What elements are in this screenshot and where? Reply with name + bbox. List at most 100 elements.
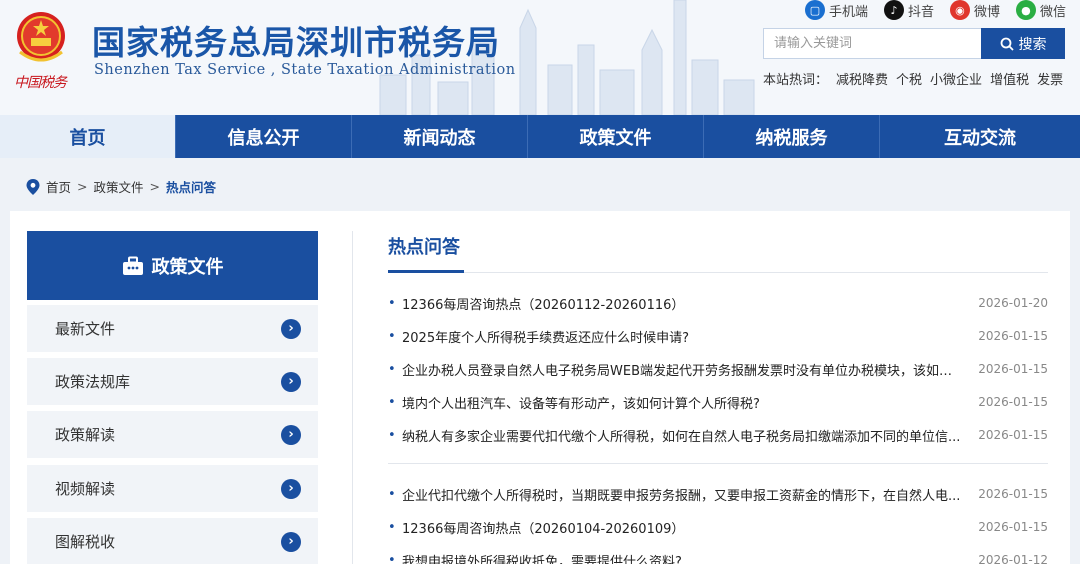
china-tax-calligraphy-logo: 中国税务 <box>14 75 67 91</box>
article-row[interactable]: • 12366每周咨询热点（20260112-20260116） 2026-01… <box>388 293 1048 313</box>
article-row[interactable]: • 12366每周咨询热点（20260104-20260109） 2026-01… <box>388 517 1048 537</box>
bullet-icon: • <box>388 394 396 410</box>
main-nav: 首页 信息公开 新闻动态 政策文件 纳税服务 互动交流 <box>0 115 1080 158</box>
article-row[interactable]: • 2025年度个人所得税手续费返还应什么时候申请? 2026-01-15 <box>388 326 1048 346</box>
article-title[interactable]: 纳税人有多家企业需要代扣代缴个人所得税，如何在自然人电子税务局扣缴端添加不同的单… <box>402 426 964 445</box>
article-title[interactable]: 我想申报境外所得税收抵免，需要提供什么资料? <box>402 551 964 564</box>
nav-item-info-disclosure[interactable]: 信息公开 <box>176 115 352 158</box>
search-input[interactable] <box>763 28 981 59</box>
mobile-link[interactable]: ▢ 手机端 <box>804 0 868 20</box>
sidebar-item-label: 最新文件 <box>55 320 116 338</box>
wechat-link-label: 微信 <box>1039 4 1066 20</box>
article-row[interactable]: • 我想申报境外所得税收抵免，需要提供什么资料? 2026-01-12 <box>388 550 1048 564</box>
column-divider <box>352 231 353 564</box>
sidebar-item-label: 图解税收 <box>55 533 116 551</box>
douyin-icon: ♪ <box>883 0 904 20</box>
article-row[interactable]: • 境内个人出租汽车、设备等有形动产，该如何计算个人所得税? 2026-01-1… <box>388 392 1048 412</box>
sidebar-heading-label: 政策文件 <box>151 256 224 278</box>
sidebar-item-label: 政策解读 <box>55 426 116 444</box>
sidebar-item-policy-library[interactable]: 政策法规库 › <box>27 358 318 405</box>
location-pin-icon <box>26 178 40 195</box>
title-divider <box>388 272 1048 273</box>
article-title[interactable]: 2025年度个人所得税手续费返还应什么时候申请? <box>402 327 964 346</box>
hot-word-link[interactable]: 个税 <box>896 69 922 88</box>
hot-word-link[interactable]: 增值税 <box>990 69 1029 88</box>
chevron-right-icon: › <box>281 531 301 552</box>
briefcase-icon <box>122 256 143 275</box>
bullet-icon: • <box>388 295 396 311</box>
top-social-links: ▢ 手机端 ♪ 抖音 ◉ 微博 ● 微信 <box>804 0 1066 20</box>
douyin-link-label: 抖音 <box>907 4 934 20</box>
article-date: 2026-01-15 <box>978 329 1048 343</box>
chevron-right-icon: › <box>281 424 301 445</box>
hot-words: 本站热词： 减税降费 个税 小微企业 增值税 发票 <box>763 69 1063 88</box>
site-header: 中国税务 国家税务总局深圳市税务局 Shenzhen Tax Service ,… <box>0 0 1080 115</box>
article-row[interactable]: • 纳税人有多家企业需要代扣代缴个人所得税，如何在自然人电子税务局扣缴端添加不同… <box>388 425 1048 445</box>
article-title[interactable]: 12366每周咨询热点（20260112-20260116） <box>402 294 964 313</box>
sidebar-item-label: 政策法规库 <box>55 373 131 391</box>
article-title[interactable]: 境内个人出租汽车、设备等有形动产，该如何计算个人所得税? <box>402 393 964 412</box>
breadcrumb: 首页 > 政策文件 > 热点问答 <box>26 177 216 196</box>
sidebar-item-latest-documents[interactable]: 最新文件 › <box>27 305 318 352</box>
breadcrumb-separator: > <box>77 179 88 194</box>
site-subtitle-english: Shenzhen Tax Service , State Taxation Ad… <box>94 62 516 78</box>
hot-words-label: 本站热词： <box>763 73 829 88</box>
bullet-icon: • <box>388 486 396 502</box>
weibo-link[interactable]: ◉ 微博 <box>949 0 1000 20</box>
article-title[interactable]: 企业代扣代缴个人所得税时，当期既要申报劳务报酬，又要申报工资薪金的情形下，在自然… <box>402 485 964 504</box>
douyin-link[interactable]: ♪ 抖音 <box>883 0 934 20</box>
search-button[interactable]: 搜索 <box>981 28 1065 59</box>
wechat-link[interactable]: ● 微信 <box>1015 0 1066 20</box>
article-date: 2026-01-15 <box>978 520 1048 534</box>
article-date: 2026-01-15 <box>978 428 1048 442</box>
breadcrumb-policy-documents[interactable]: 政策文件 <box>94 177 144 196</box>
page-title: 热点问答 <box>388 237 460 258</box>
article-date: 2026-01-15 <box>978 487 1048 501</box>
sidebar-heading: 政策文件 <box>27 231 318 300</box>
hot-word-link[interactable]: 减税降费 <box>836 69 888 88</box>
article-date: 2026-01-15 <box>978 362 1048 376</box>
sidebar-item-tax-infographics[interactable]: 图解税收 › <box>27 518 318 564</box>
sidebar-item-policy-interpretation[interactable]: 政策解读 › <box>27 411 318 458</box>
weibo-link-label: 微博 <box>973 4 1000 20</box>
title-underline <box>388 270 464 273</box>
chevron-right-icon: › <box>281 318 301 339</box>
article-row[interactable]: • 企业代扣代缴个人所得税时，当期既要申报劳务报酬，又要申报工资薪金的情形下，在… <box>388 484 1048 504</box>
nav-item-home[interactable]: 首页 <box>0 115 176 158</box>
search-icon <box>1000 37 1014 51</box>
breadcrumb-current: 热点问答 <box>166 180 217 195</box>
content-panel: 政策文件 最新文件 › 政策法规库 › 政策解读 › 视频解读 › 图解税收 ›… <box>10 211 1070 564</box>
hot-word-link[interactable]: 小微企业 <box>930 69 982 88</box>
weibo-icon: ◉ <box>949 0 970 20</box>
bullet-icon: • <box>388 519 396 535</box>
breadcrumb-separator: > <box>149 179 160 194</box>
list-group-divider <box>388 463 1048 464</box>
nav-item-interaction[interactable]: 互动交流 <box>880 115 1080 158</box>
article-title[interactable]: 企业办税人员登录自然人电子税务局WEB端发起代开劳务报酬发票时没有单位办税模块，… <box>402 360 964 379</box>
breadcrumb-home[interactable]: 首页 <box>46 177 71 196</box>
sidebar-item-label: 视频解读 <box>55 480 116 498</box>
sidebar-item-video-interpretation[interactable]: 视频解读 › <box>27 465 318 512</box>
nav-item-tax-services[interactable]: 纳税服务 <box>704 115 880 158</box>
article-date: 2026-01-12 <box>978 553 1048 564</box>
mobile-link-label: 手机端 <box>828 4 868 20</box>
article-row[interactable]: • 企业办税人员登录自然人电子税务局WEB端发起代开劳务报酬发票时没有单位办税模… <box>388 359 1048 379</box>
article-title[interactable]: 12366每周咨询热点（20260104-20260109） <box>402 518 964 537</box>
wechat-icon: ● <box>1015 0 1036 20</box>
chevron-right-icon: › <box>281 371 301 392</box>
nav-item-policy-documents[interactable]: 政策文件 <box>528 115 704 158</box>
mobile-icon: ▢ <box>804 0 825 20</box>
national-emblem-logo <box>17 12 65 62</box>
hot-word-link[interactable]: 发票 <box>1037 69 1063 88</box>
bullet-icon: • <box>388 328 396 344</box>
search-button-label: 搜索 <box>1018 36 1047 53</box>
bullet-icon: • <box>388 427 396 443</box>
site-title: 国家税务总局深圳市税务局 <box>92 23 500 62</box>
article-date: 2026-01-15 <box>978 395 1048 409</box>
nav-item-news[interactable]: 新闻动态 <box>352 115 528 158</box>
article-date: 2026-01-20 <box>978 296 1048 310</box>
bullet-icon: • <box>388 552 396 564</box>
chevron-right-icon: › <box>281 478 301 499</box>
bullet-icon: • <box>388 361 396 377</box>
search-bar: 搜索 <box>763 28 1065 59</box>
